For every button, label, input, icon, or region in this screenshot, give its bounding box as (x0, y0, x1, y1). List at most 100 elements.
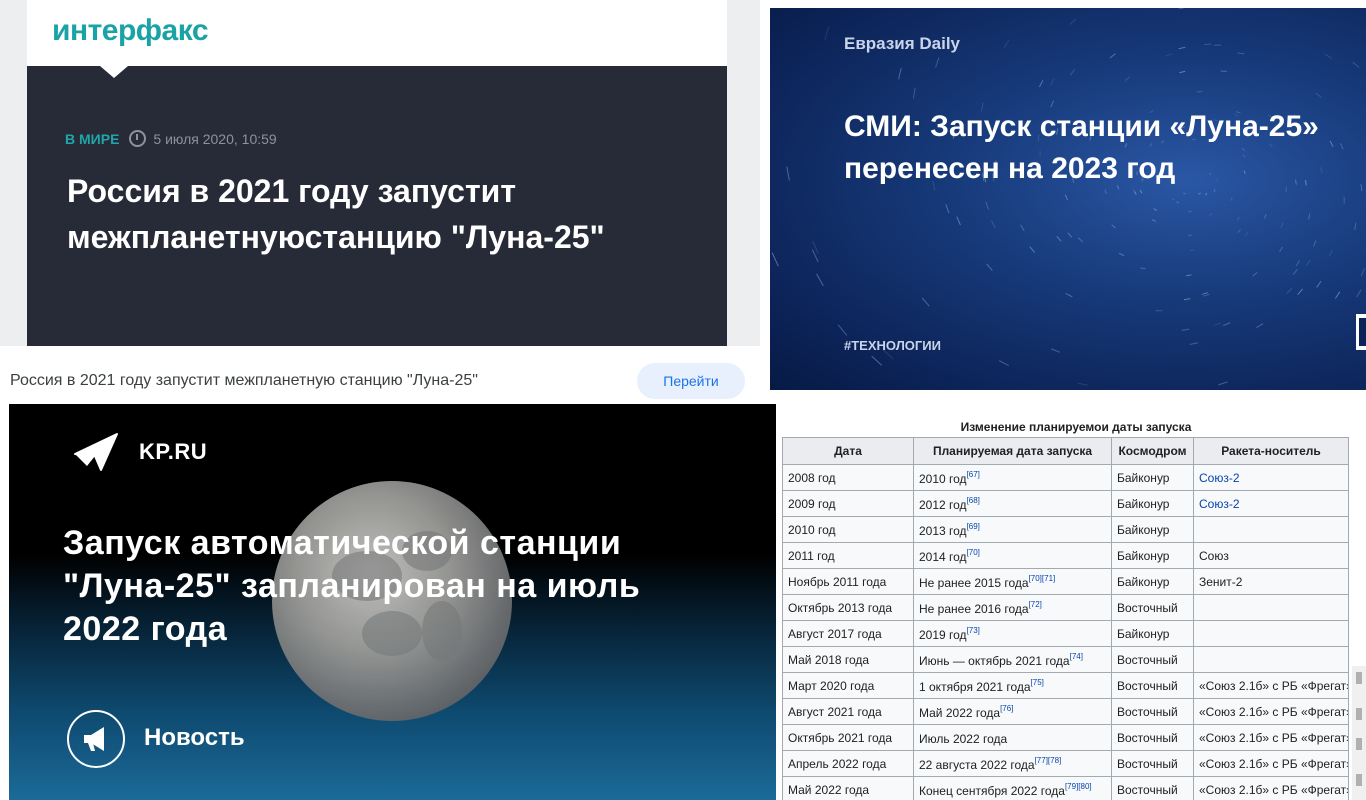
cell-date: Октябрь 2021 года (782, 724, 914, 751)
table-row: 2009 год 2012 год[68] Байконур Союз-2 (782, 490, 1349, 517)
starfield-background (771, 8, 1366, 390)
interfax-logo[interactable]: интерфакс (52, 14, 209, 48)
planned-date: 2012 год (919, 497, 967, 512)
cell-planned: 1 октября 2021 года[75] (913, 672, 1112, 699)
evrazia-headline[interactable]: СМИ: Запуск станции «Луна-25» перенесен … (844, 106, 1344, 190)
cell-date: 2011 год (782, 542, 914, 569)
planned-date: 2014 год (919, 549, 967, 564)
launch-dates-table: Дата Планируемая дата запуска Космодром … (782, 437, 1349, 800)
megaphone-icon (84, 727, 104, 751)
interfax-article-card: интерфакс В МИРЕ 5 июля 2020, 10:59 Росс… (0, 0, 760, 346)
table-row: Август 2021 года Май 2022 года[76] Восточн… (782, 698, 1349, 725)
clock-icon (129, 130, 147, 147)
planned-date: Конец сентября 2022 года (919, 783, 1065, 798)
cell-rocket: «Союз 2.1б» с РБ «Фрегат» (1193, 724, 1349, 751)
wiki-table-panel: Изменение планируемои даты запуска Дата … (776, 404, 1366, 800)
interfax-dark-card: В МИРЕ 5 июля 2020, 10:59 Россия в 2021 … (27, 66, 727, 346)
cell-date: 2009 год (782, 490, 914, 517)
table-header-row: Дата Планируемая дата запуска Космодром … (782, 437, 1349, 465)
cell-planned: 22 августа 2022 года[77][78] (913, 750, 1112, 777)
planned-date: 2010 год (919, 471, 967, 486)
cell-planned: 2013 год[69] (913, 516, 1112, 543)
kp-logo[interactable]: KP.RU (73, 432, 207, 472)
reference-link[interactable]: [72] (1029, 600, 1042, 609)
table-row: Октябрь 2013 года Не ранее 2016 года[72] В… (782, 594, 1349, 621)
news-label: Новость (144, 724, 245, 751)
cell-rocket: «Союз 2.1б» с РБ «Фрегат» (1193, 750, 1349, 777)
column-header[interactable]: Космодром (1111, 437, 1194, 465)
cell-rocket: «Союз 2.1б» с РБ «Фрегат» (1193, 698, 1349, 725)
cell-date: 2008 год (782, 464, 914, 491)
reference-link[interactable]: [79][80] (1065, 782, 1092, 791)
scrollbar[interactable] (1352, 666, 1366, 800)
reference-link[interactable]: [77][78] (1035, 756, 1062, 765)
cell-date: Март 2020 года (782, 672, 914, 699)
cell-planned: Конец сентября 2022 года[79][80] (913, 776, 1112, 800)
bird-icon (74, 433, 118, 471)
reference-link[interactable]: [67] (967, 470, 980, 479)
cell-cosmodrome: Восточный (1111, 698, 1194, 725)
edge-fragment (1356, 314, 1366, 350)
interfax-headline[interactable]: Россия в 2021 году запустит межпланетную… (67, 168, 687, 260)
table-row: Май 2018 года Июнь — октябрь 2021 года[74… (782, 646, 1349, 673)
cell-cosmodrome: Байконур (1111, 516, 1194, 543)
section-link[interactable]: В МИРЕ (65, 131, 119, 147)
cell-rocket: «Союз 2.1б» с РБ «Фрегат» (1193, 776, 1349, 800)
table-caption: Изменение планируемои даты запуска (960, 420, 1192, 434)
table-row: Ноябрь 2011 года Не ранее 2015 года[70][7… (782, 568, 1349, 595)
evrazia-brand: Евразия Daily (844, 34, 961, 53)
table-row: 2008 год 2010 год[67] Байконур Союз-2 (782, 464, 1349, 491)
result-title[interactable]: Россия в 2021 году запустит межпланетную… (10, 372, 478, 390)
cell-rocket[interactable]: Союз-2 (1193, 490, 1349, 517)
topic-tag[interactable]: #ТЕХНОЛОГИИ (844, 338, 941, 353)
search-result-strip: Россия в 2021 году запустит межпланетную… (0, 346, 770, 404)
reference-link[interactable]: [68] (967, 496, 980, 505)
cell-planned: Не ранее 2016 года[72] (913, 594, 1112, 621)
planned-date: Июнь — октябрь 2021 года (919, 653, 1070, 668)
reference-link[interactable]: [70][71] (1029, 574, 1056, 583)
cell-cosmodrome: Восточный (1111, 776, 1194, 800)
table-row: Август 2017 года 2019 год[73] Байконур (782, 620, 1349, 647)
cell-rocket: Союз (1193, 542, 1349, 569)
reference-link[interactable]: [73] (967, 626, 980, 635)
cell-date: Октябрь 2013 года (782, 594, 914, 621)
table-row: 2010 год 2013 год[69] Байконур (782, 516, 1349, 543)
cell-rocket (1193, 646, 1349, 673)
cell-planned: 2012 год[68] (913, 490, 1112, 517)
planned-date: Не ранее 2015 года (919, 575, 1029, 590)
planned-date: Не ранее 2016 года (919, 601, 1029, 616)
cell-rocket: «Союз 2.1б» с РБ «Фрегат» (1193, 672, 1349, 699)
cell-rocket[interactable]: Союз-2 (1193, 464, 1349, 491)
reference-link[interactable]: [76] (1000, 704, 1013, 713)
cell-cosmodrome: Восточный (1111, 646, 1194, 673)
column-header[interactable]: Ракета-носитель (1193, 437, 1349, 465)
reference-link[interactable]: [69] (967, 522, 980, 531)
cell-cosmodrome: Восточный (1111, 672, 1194, 699)
cell-planned: Май 2022 года[76] (913, 698, 1112, 725)
reference-link[interactable]: [75] (1031, 678, 1044, 687)
cell-date: Апрель 2022 года (782, 750, 914, 777)
reference-link[interactable]: [74] (1070, 652, 1083, 661)
table-row: Март 2020 года 1 октября 2021 года[75] Вос… (782, 672, 1349, 699)
table-row: Октябрь 2021 года Июль 2022 года Восточный… (782, 724, 1349, 751)
left-gap (0, 668, 9, 800)
planned-date: 22 августа 2022 года (919, 757, 1035, 772)
go-button[interactable]: Перейти (637, 363, 745, 399)
cell-date: Май 2022 года (782, 776, 914, 800)
cell-cosmodrome: Байконур (1111, 568, 1194, 595)
cell-cosmodrome: Восточный (1111, 594, 1194, 621)
table-row: Апрель 2022 года 22 августа 2022 года[77]… (782, 750, 1349, 777)
cell-planned: 2014 год[70] (913, 542, 1112, 569)
reference-link[interactable]: [70] (967, 548, 980, 557)
column-header[interactable]: Планируемая дата запуска (913, 437, 1112, 465)
planned-date: Май 2022 года (919, 705, 1001, 720)
table-row: 2011 год 2014 год[70] Байконур Союз (782, 542, 1349, 569)
planned-date: 2019 год (919, 627, 967, 642)
planned-date: Июль 2022 года (919, 731, 1008, 746)
cell-rocket: Зенит-2 (1193, 568, 1349, 595)
column-header[interactable]: Дата (782, 437, 914, 465)
kp-headline[interactable]: Запуск автоматической станции "Луна-25" … (63, 522, 723, 651)
cell-date: Ноябрь 2011 года (782, 568, 914, 595)
cell-date: Май 2018 года (782, 646, 914, 673)
planned-date: 1 октября 2021 года (919, 679, 1031, 694)
